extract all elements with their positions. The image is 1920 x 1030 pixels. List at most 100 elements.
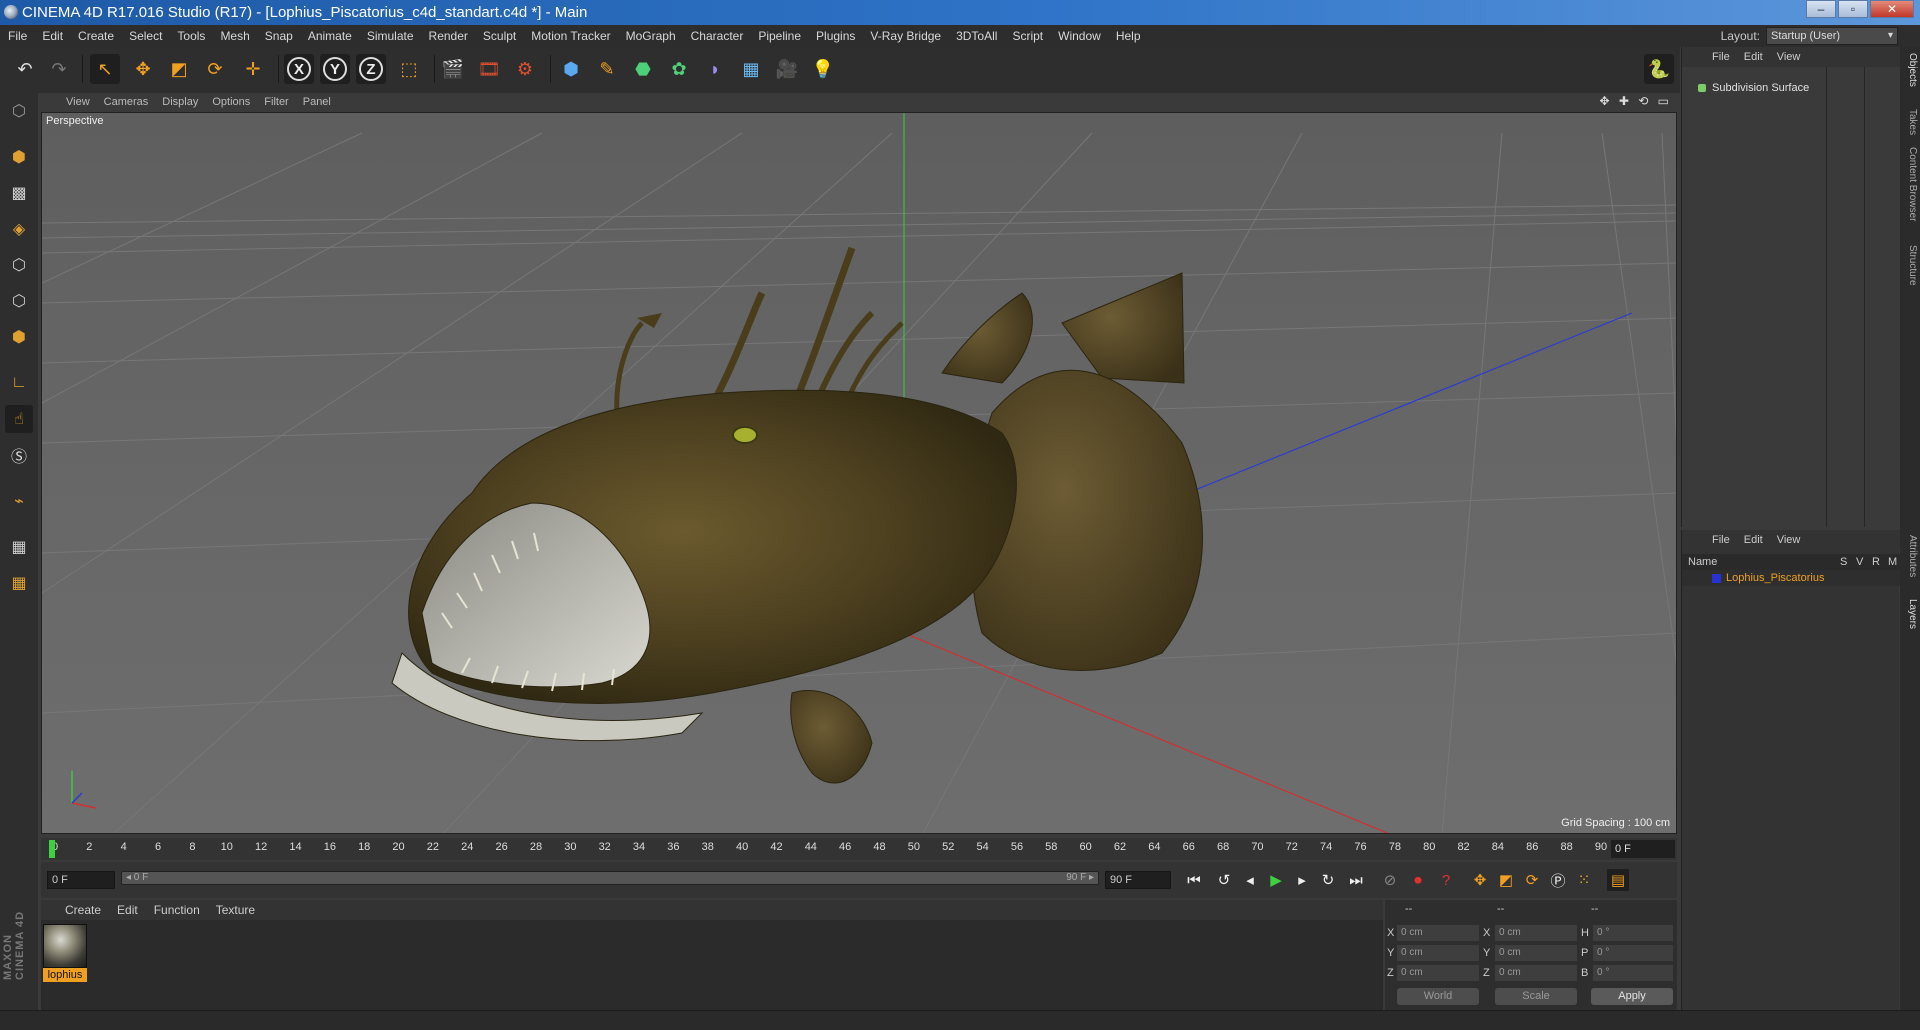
menu-character[interactable]: Character bbox=[691, 29, 744, 43]
object-row-subdivision-surface[interactable]: Subdivision Surface bbox=[1682, 79, 1832, 97]
keyframe-selection-icon[interactable]: ? bbox=[1435, 869, 1457, 891]
timeline-window-icon[interactable]: ▤ bbox=[1607, 869, 1629, 891]
viewport-menu-options[interactable]: Options bbox=[212, 96, 250, 108]
rotation-key-icon[interactable]: ⟳ bbox=[1521, 869, 1543, 891]
menu-snap[interactable]: Snap bbox=[265, 29, 293, 43]
next-key-icon[interactable]: ↻ bbox=[1317, 869, 1339, 891]
menu-3dtoall[interactable]: 3DToAll bbox=[956, 29, 997, 43]
render-picture-viewer-icon[interactable]: 🎞 bbox=[474, 54, 504, 84]
previous-frame-icon[interactable]: ◂ bbox=[1239, 869, 1261, 891]
tab-objects[interactable]: Objects bbox=[1902, 53, 1918, 87]
menu-window[interactable]: Window bbox=[1058, 29, 1101, 43]
menu-vray-bridge[interactable]: V-Ray Bridge bbox=[870, 29, 941, 43]
layer-menu-view[interactable]: View bbox=[1777, 534, 1801, 546]
material-thumbnail[interactable] bbox=[43, 924, 87, 968]
tab-attributes[interactable]: Attributes bbox=[1902, 535, 1918, 577]
solo-mode-icon[interactable]: Ⓢ bbox=[5, 441, 33, 469]
viewport-menu-cameras[interactable]: Cameras bbox=[104, 96, 149, 108]
object-menu-edit[interactable]: Edit bbox=[1744, 51, 1763, 63]
previous-key-icon[interactable]: ↺ bbox=[1213, 869, 1235, 891]
menu-select[interactable]: Select bbox=[129, 29, 162, 43]
floor-environment-icon[interactable]: ▦ bbox=[736, 54, 766, 84]
model-mode-icon[interactable]: ⬢ bbox=[5, 143, 33, 171]
rotation-p-field[interactable]: 0 ° bbox=[1593, 945, 1673, 961]
scale-tool-icon[interactable]: ◩ bbox=[164, 54, 194, 84]
position-z-field[interactable]: 0 cm bbox=[1397, 965, 1479, 981]
menu-mograph[interactable]: MoGraph bbox=[626, 29, 676, 43]
position-x-field[interactable]: 0 cm bbox=[1397, 925, 1479, 941]
current-frame-field[interactable]: 0 F bbox=[1611, 840, 1675, 858]
end-frame-field[interactable]: 90 F bbox=[1105, 871, 1171, 889]
points-mode-icon[interactable]: ⬡ bbox=[5, 251, 33, 279]
perspective-viewport[interactable]: Perspective Grid Spacing : 100 cm bbox=[41, 112, 1677, 834]
material-menu-function[interactable]: Function bbox=[154, 903, 200, 917]
viewport-navigation-icons[interactable]: ✥ ✚ ⟲ ▭ bbox=[1599, 94, 1672, 108]
planar-workplane-icon[interactable]: ▦ bbox=[5, 569, 33, 597]
edit-render-settings-icon[interactable]: ⚙ bbox=[510, 54, 540, 84]
tweak-mode-icon[interactable]: ☝ bbox=[5, 405, 33, 433]
menu-tools[interactable]: Tools bbox=[177, 29, 205, 43]
start-frame-field[interactable]: 0 F bbox=[47, 871, 115, 889]
z-axis-lock-icon[interactable]: Z bbox=[356, 54, 386, 84]
tab-structure[interactable]: Structure bbox=[1902, 245, 1918, 286]
tab-layers[interactable]: Layers bbox=[1902, 599, 1918, 629]
texture-mode-icon[interactable]: ▩ bbox=[5, 179, 33, 207]
polygons-mode-icon[interactable]: ⬢ bbox=[5, 323, 33, 351]
menu-animate[interactable]: Animate bbox=[308, 29, 352, 43]
viewport-menu-display[interactable]: Display bbox=[162, 96, 198, 108]
object-menu-file[interactable]: File bbox=[1712, 51, 1730, 63]
recent-tool-icon[interactable]: ✛ bbox=[238, 54, 268, 84]
position-y-field[interactable]: 0 cm bbox=[1397, 945, 1479, 961]
scale-key-icon[interactable]: ◩ bbox=[1495, 869, 1517, 891]
material-menu-texture[interactable]: Texture bbox=[216, 903, 255, 917]
size-y-field[interactable]: 0 cm bbox=[1495, 945, 1577, 961]
redo-icon[interactable]: ↷ bbox=[44, 54, 74, 84]
x-axis-lock-icon[interactable]: X bbox=[284, 54, 314, 84]
render-view-icon[interactable]: 🎬 bbox=[438, 54, 468, 84]
object-menu-view[interactable]: View bbox=[1777, 51, 1801, 63]
python-icon[interactable]: 🐍 bbox=[1644, 54, 1674, 84]
position-key-icon[interactable]: ✥ bbox=[1469, 869, 1491, 891]
coordinate-mode-dropdown[interactable]: World bbox=[1397, 988, 1479, 1005]
pen-spline-icon[interactable]: ✎ bbox=[592, 54, 622, 84]
workplane-lock-icon[interactable]: ▦ bbox=[5, 533, 33, 561]
rotation-b-field[interactable]: 0 ° bbox=[1593, 965, 1673, 981]
make-editable-icon[interactable]: ⬡ bbox=[5, 97, 33, 125]
play-forward-icon[interactable]: ▶ bbox=[1265, 869, 1287, 891]
apply-button[interactable]: Apply bbox=[1591, 988, 1673, 1005]
menu-help[interactable]: Help bbox=[1116, 29, 1141, 43]
menu-pipeline[interactable]: Pipeline bbox=[758, 29, 801, 43]
deformer-icon[interactable]: ◗ bbox=[700, 54, 730, 84]
y-axis-lock-icon[interactable]: Y bbox=[320, 54, 350, 84]
minimize-button[interactable]: – bbox=[1806, 0, 1836, 18]
undo-icon[interactable]: ↶ bbox=[10, 54, 40, 84]
menu-mesh[interactable]: Mesh bbox=[220, 29, 249, 43]
menu-sculpt[interactable]: Sculpt bbox=[483, 29, 516, 43]
light-icon[interactable]: 💡 bbox=[808, 54, 838, 84]
edges-mode-icon[interactable]: ⬡ bbox=[5, 287, 33, 315]
camera-icon[interactable]: 🎥 bbox=[772, 54, 802, 84]
menu-motion-tracker[interactable]: Motion Tracker bbox=[531, 29, 610, 43]
parameter-key-icon[interactable]: Ⓟ bbox=[1547, 869, 1569, 891]
goto-end-icon[interactable]: ⏭ bbox=[1345, 869, 1367, 891]
menu-render[interactable]: Render bbox=[429, 29, 468, 43]
material-menu-edit[interactable]: Edit bbox=[117, 903, 138, 917]
size-mode-dropdown[interactable]: Scale bbox=[1495, 988, 1577, 1005]
layer-menu-edit[interactable]: Edit bbox=[1744, 534, 1763, 546]
subdivision-surface-icon[interactable]: ⬣ bbox=[628, 54, 658, 84]
live-selection-icon[interactable]: ↖ bbox=[90, 54, 120, 84]
menu-create[interactable]: Create bbox=[78, 29, 114, 43]
menu-script[interactable]: Script bbox=[1012, 29, 1043, 43]
size-x-field[interactable]: 0 cm bbox=[1495, 925, 1577, 941]
preview-range-slider[interactable]: ◂ 0 F 90 F ▸ bbox=[121, 871, 1099, 885]
maximize-button[interactable]: ▫ bbox=[1838, 0, 1868, 18]
close-button[interactable]: ✕ bbox=[1870, 0, 1914, 18]
layout-dropdown[interactable]: Startup (User) bbox=[1766, 27, 1898, 45]
point-level-key-icon[interactable]: ⁙ bbox=[1573, 869, 1595, 891]
size-z-field[interactable]: 0 cm bbox=[1495, 965, 1577, 981]
workplane-mode-icon[interactable]: ◈ bbox=[5, 215, 33, 243]
material-menu-create[interactable]: Create bbox=[65, 903, 101, 917]
coordinate-system-icon[interactable]: ⬚ bbox=[394, 54, 424, 84]
viewport-menu-panel[interactable]: Panel bbox=[303, 96, 331, 108]
layer-row-lophius[interactable]: Lophius_Piscatorius bbox=[1682, 570, 1900, 586]
